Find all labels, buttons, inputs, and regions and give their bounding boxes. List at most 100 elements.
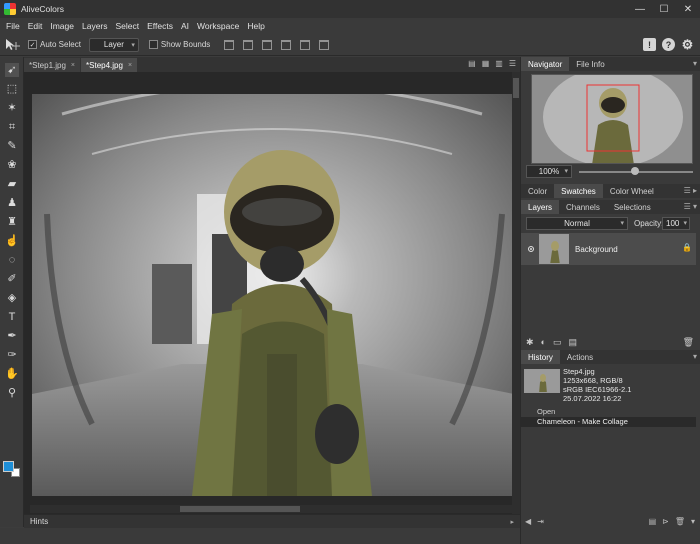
pen-tool-icon[interactable]: ✒ (5, 329, 19, 343)
tab-color-wheel[interactable]: Color Wheel (603, 184, 661, 198)
clone-stamp-tool-icon[interactable]: ♟ (5, 196, 19, 210)
align-bottom-icon[interactable] (319, 39, 330, 50)
stamp-tool-icon[interactable]: ♜ (5, 215, 19, 229)
app-logo-icon (4, 3, 16, 15)
doc-tab-step1[interactable]: *Step1.jpg × (24, 58, 81, 72)
tab-navigator[interactable]: Navigator (521, 57, 570, 71)
close-icon[interactable]: × (71, 62, 75, 69)
horizontal-scrollbar[interactable] (30, 505, 512, 513)
eraser-tool-icon[interactable]: ▰ (5, 177, 19, 191)
tab-layers[interactable]: Layers (521, 200, 560, 214)
tab-actions[interactable]: Actions (560, 350, 600, 364)
history-list: Open Chameleon - Make Collage (521, 407, 696, 427)
auto-select-checkbox[interactable]: ✓ (28, 40, 37, 49)
snapshot-icon[interactable]: ⊳ (662, 517, 669, 526)
scrollbar-thumb[interactable] (180, 506, 300, 512)
hand-tool-icon[interactable]: ✋ (5, 367, 19, 381)
undo-icon[interactable]: ◀ (525, 517, 531, 526)
crop-tool-icon[interactable]: ⌗ (5, 120, 19, 134)
align-left-icon[interactable] (224, 39, 235, 50)
redo-icon[interactable]: ⇥ (537, 517, 544, 526)
canvas-area[interactable] (24, 72, 520, 514)
tile-view-icon[interactable]: ▥ (495, 59, 503, 68)
menu-image[interactable]: Image (46, 21, 78, 31)
show-bounds-checkbox[interactable] (148, 40, 158, 49)
menu-ai[interactable]: AI (177, 21, 193, 31)
chevron-down-icon[interactable]: ▾ (693, 59, 697, 68)
move-tool-button[interactable]: ➹ (5, 63, 19, 77)
settings-gear-icon[interactable]: ⚙ (681, 37, 694, 52)
history-menu-icon[interactable]: ▾ (691, 517, 695, 526)
doc-tab-step4[interactable]: *Step4.jpg × (81, 58, 138, 72)
visibility-eye-icon[interactable] (528, 246, 534, 252)
hints-panel-header[interactable]: Hints ▸ (24, 514, 520, 528)
delete-layer-icon[interactable]: 🗑 (683, 337, 694, 348)
chevron-down-icon: ▾ (131, 41, 135, 49)
auto-select-target-dropdown[interactable]: Layer ▾ (88, 37, 139, 52)
zoom-slider-handle[interactable] (631, 167, 639, 175)
help-icon[interactable]: ? (662, 38, 675, 51)
lock-icon[interactable]: 🔒 (682, 243, 692, 252)
right-panel: Navigator File Info ▾ 100% ▾ Color Swatc… (520, 57, 700, 544)
panel-menu-icon[interactable]: ☰ ▸ (684, 186, 697, 195)
blend-mode-dropdown[interactable]: Normal ▾ (526, 217, 628, 230)
chevron-down-icon[interactable]: ▾ (693, 352, 697, 361)
layer-row-background[interactable]: Background 🔒 (521, 233, 696, 265)
menu-help[interactable]: Help (243, 21, 268, 31)
menu-layers[interactable]: Layers (78, 21, 112, 31)
menu-select[interactable]: Select (112, 21, 144, 31)
history-step[interactable]: Chameleon - Make Collage (521, 417, 696, 427)
history-step[interactable]: Open (521, 407, 696, 417)
align-top-icon[interactable] (281, 39, 292, 50)
navigator-preview[interactable] (531, 74, 693, 164)
pencil-tool-icon[interactable]: ✐ (5, 272, 19, 286)
smudge-tool-icon[interactable]: ☝ (5, 234, 19, 248)
tab-color[interactable]: Color (521, 184, 554, 198)
text-tool-icon[interactable]: T (5, 310, 19, 324)
vertical-scrollbar[interactable] (512, 72, 520, 514)
shape-tool-icon[interactable]: ✑ (5, 348, 19, 362)
menu-bar: File Edit Image Layers Select Effects AI… (0, 18, 700, 34)
delete-history-icon[interactable]: 🗑 (675, 517, 685, 526)
grid-view-icon[interactable]: ▦ (482, 59, 490, 68)
panel-menu-icon[interactable]: ☰ ▾ (684, 202, 697, 211)
close-button[interactable]: ✕ (676, 0, 700, 18)
new-group-icon[interactable]: ▭ (553, 337, 562, 348)
foreground-color-swatch[interactable] (3, 461, 14, 472)
tab-file-info[interactable]: File Info (569, 57, 611, 71)
align-center-icon[interactable] (243, 39, 254, 50)
menu-workspace[interactable]: Workspace (193, 21, 243, 31)
new-document-icon[interactable]: ▤ (649, 517, 657, 526)
doc-tab-label: *Step1.jpg (29, 60, 66, 70)
magic-wand-tool-icon[interactable]: ✶ (5, 101, 19, 115)
notification-icon[interactable]: ! (643, 38, 656, 51)
zoom-level-dropdown[interactable]: 100% ▾ (526, 165, 572, 178)
brush-tool-icon[interactable]: ✎ (5, 139, 19, 153)
zoom-tool-icon[interactable]: ⚲ (5, 386, 19, 400)
close-icon[interactable]: × (128, 62, 132, 69)
menu-edit[interactable]: Edit (24, 21, 47, 31)
chevron-right-icon[interactable]: ▸ (510, 518, 514, 526)
tab-channels[interactable]: Channels (559, 200, 607, 214)
tab-selections[interactable]: Selections (607, 200, 658, 214)
layer-mask-icon[interactable]: ◐ (541, 337, 546, 348)
tab-history[interactable]: History (521, 350, 560, 364)
lasso-tool-icon[interactable]: ◌ (5, 253, 19, 267)
maximize-button[interactable]: ☐ (652, 0, 676, 18)
new-layer-icon[interactable]: ▤ (569, 337, 578, 348)
color-replace-tool-icon[interactable]: ❀ (5, 158, 19, 172)
align-middle-icon[interactable] (300, 39, 311, 50)
tab-swatches[interactable]: Swatches (554, 184, 603, 198)
menu-effects[interactable]: Effects (143, 21, 177, 31)
marquee-tool-icon[interactable]: ⬚ (5, 82, 19, 96)
panel-menu-icon[interactable]: ☰ (509, 59, 516, 68)
menu-file[interactable]: File (2, 21, 24, 31)
minimize-button[interactable]: — (628, 0, 652, 18)
scrollbar-thumb[interactable] (513, 78, 519, 98)
opacity-input[interactable]: 100 ▾ (662, 217, 690, 230)
layer-effects-icon[interactable]: ✱ (526, 337, 534, 348)
fill-tool-icon[interactable]: ◈ (5, 291, 19, 305)
align-right-icon[interactable] (262, 39, 273, 50)
history-snapshot[interactable]: Step4.jpg 1253x668, RGB/8 sRGB IEC61966-… (521, 365, 696, 405)
document-icon[interactable]: ▤ (468, 59, 476, 68)
